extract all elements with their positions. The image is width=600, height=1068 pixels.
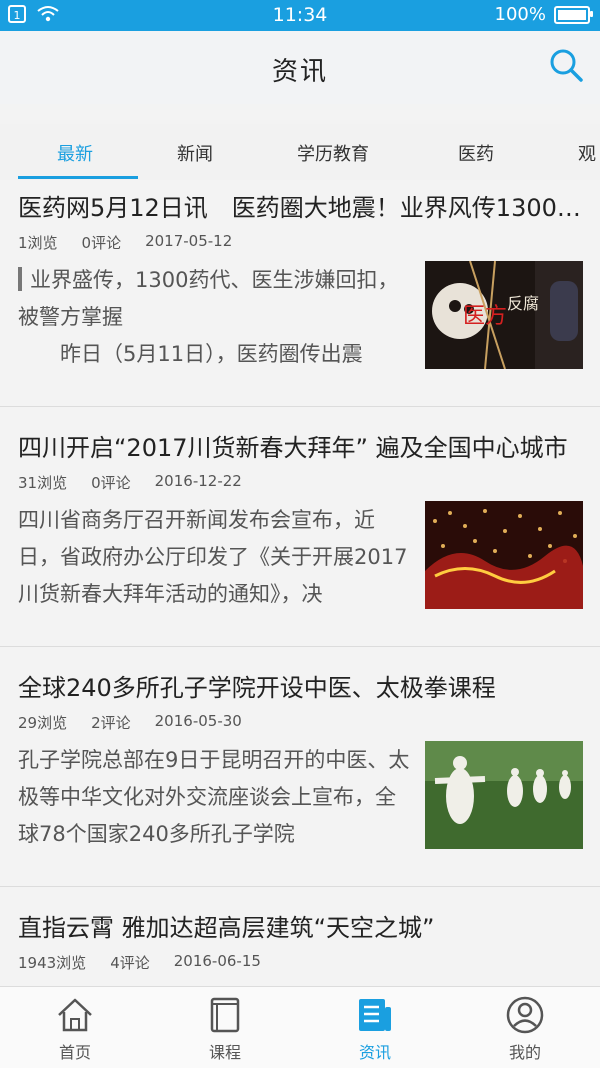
- article-thumbnail: 医方 反腐: [425, 261, 583, 369]
- nav-news[interactable]: 资讯: [300, 987, 450, 1068]
- nav-news-label: 资讯: [358, 1043, 391, 1062]
- bottom-nav: 首页 课程 资讯 我的: [0, 986, 600, 1068]
- article-title: 医药网5月12日讯 医药圈大地震！业界风传1300药代、医生涉嫌回扣，被警方掌握: [18, 194, 583, 222]
- thumb-text-1: 医方: [463, 304, 507, 329]
- comment-count: 2评论: [91, 714, 131, 732]
- nav-courses-label: 课程: [208, 1043, 241, 1062]
- article-excerpt: 业界盛传，1300药代、医生涉嫌回扣，被警方掌握 昨日（5月11日），医药圈传出…: [18, 267, 399, 366]
- book-icon: [210, 997, 240, 1033]
- article-meta: 29浏览 2评论 2016-05-30: [18, 712, 266, 733]
- view-count: 1浏览: [18, 234, 58, 252]
- profile-icon: [506, 996, 544, 1034]
- view-count: 31浏览: [18, 474, 68, 492]
- nav-profile-label: 我的: [508, 1043, 541, 1062]
- nav-profile[interactable]: 我的: [450, 987, 600, 1068]
- article-date: 2016-12-22: [154, 472, 242, 490]
- comment-count: 4评论: [110, 954, 150, 972]
- page-title: 资讯: [271, 57, 328, 87]
- article-item[interactable]: 医药网5月12日讯 医药圈大地震！业界风传1300药代、医生涉嫌回扣，被警方掌握…: [0, 180, 600, 407]
- nav-home-label: 首页: [58, 1043, 91, 1062]
- article-thumbnail: [425, 741, 583, 849]
- news-icon: [359, 999, 391, 1031]
- tab-medicine[interactable]: 医药: [458, 140, 494, 166]
- article-title: 全球240多所孔子学院开设中医、太极拳课程: [18, 674, 496, 702]
- article-date: 2016-05-30: [154, 712, 242, 730]
- home-icon: [58, 998, 92, 1032]
- article-item[interactable]: 四川开启“2017川货新春大拜年” 遍及全国中心城市 31浏览 0评论 2016…: [0, 420, 600, 647]
- tab-indicator: [18, 176, 138, 179]
- comment-count: 0评论: [81, 234, 122, 252]
- battery-icon: [554, 5, 593, 24]
- nav-home[interactable]: 首页: [0, 987, 150, 1068]
- article-title: 四川开启“2017川货新春大拜年” 遍及全国中心城市: [18, 434, 568, 462]
- tab-news[interactable]: 新闻: [177, 140, 213, 166]
- article-title: 直指云霄 雅加达超高层建筑“天空之城”: [18, 914, 435, 942]
- article-excerpt: 四川省商务厅召开新闻发布会宣布，近日，省政府办公厅印发了《关于开展2017川货新…: [18, 508, 408, 606]
- quote-bar: [18, 267, 22, 291]
- thumb-text-2: 反腐: [507, 294, 539, 313]
- category-tabs: 最新 新闻 学历教育 医药 观: [0, 124, 600, 181]
- comment-count: 0评论: [91, 474, 131, 492]
- battery-percent: 100%: [494, 4, 546, 25]
- article-date: 2017-05-12: [145, 232, 233, 250]
- article-excerpt: 孔子学院总部在9日于昆明召开的中医、太极等中华文化对外交流座谈会上宣布，全球78…: [18, 748, 410, 846]
- status-bar: 1 11:34 100%: [0, 0, 600, 31]
- article-item[interactable]: 全球240多所孔子学院开设中医、太极拳课程 29浏览 2评论 2016-05-3…: [0, 660, 600, 887]
- article-meta: 1943浏览 4评论 2016-06-15: [18, 952, 285, 973]
- app-header: 资讯: [0, 31, 600, 104]
- tab-latest[interactable]: 最新: [57, 140, 93, 166]
- article-meta: 31浏览 0评论 2016-12-22: [18, 472, 266, 493]
- article-meta: 1浏览 0评论 2017-05-12: [18, 232, 256, 253]
- tab-education[interactable]: 学历教育: [297, 140, 369, 166]
- article-date: 2016-06-15: [173, 952, 261, 970]
- article-thumbnail: [425, 501, 583, 609]
- search-icon[interactable]: [548, 47, 584, 83]
- nav-courses[interactable]: 课程: [150, 987, 300, 1068]
- view-count: 1943浏览: [18, 954, 87, 972]
- view-count: 29浏览: [18, 714, 68, 732]
- tab-more[interactable]: 观: [578, 140, 596, 166]
